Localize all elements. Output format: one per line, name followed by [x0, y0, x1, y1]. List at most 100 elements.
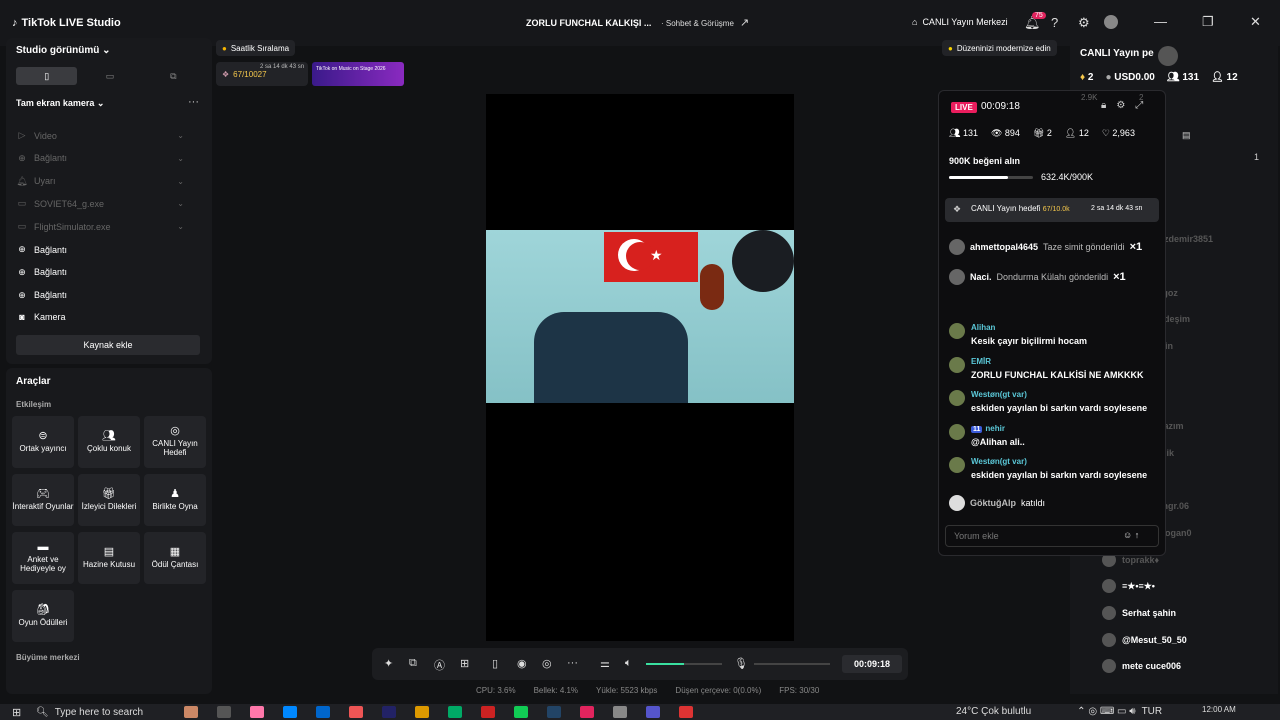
taskbar-app-icon[interactable] [250, 706, 264, 718]
taskbar-app-icon[interactable] [184, 706, 198, 718]
tool-item[interactable]: ▦ Ödül Çantası [144, 532, 206, 584]
settings-sliders-icon[interactable]: ⚌ [600, 657, 610, 670]
turkish-flag: ★ [604, 232, 698, 282]
tool-label: Çoklu konuk [86, 443, 132, 453]
source-item[interactable]: ⊕ Bağlantı [16, 267, 184, 278]
mic-slider[interactable] [754, 663, 830, 665]
magic-icon[interactable]: ✦ [384, 657, 393, 670]
tool-item[interactable]: ▤ Hazine Kutusu [78, 532, 140, 584]
taskbar-app-icon[interactable] [613, 706, 627, 718]
screen-icon[interactable]: ⧉ [409, 657, 417, 670]
speaker-icon[interactable]: 🔈︎ [625, 657, 632, 670]
more-icon[interactable]: ··· [567, 657, 578, 669]
modernize-chip[interactable]: ● Düzeninizi modernize edin [942, 40, 1057, 56]
taskbar-app-icon[interactable] [217, 706, 231, 718]
mic-icon[interactable]: 🎙︎ [734, 657, 748, 670]
tool-item[interactable]: ◎ CANLI Yayın Hedefi [144, 416, 206, 468]
gift-text: Dondurma Külahı gönderildi [996, 272, 1109, 282]
hourly-ranking-chip[interactable]: ● Saatlik Sıralama [216, 40, 296, 56]
record-icon[interactable]: ◉ [517, 657, 527, 670]
landscape-option[interactable]: ▭ [79, 67, 140, 85]
add-source-button[interactable]: Kaynak ekle [16, 335, 200, 355]
tool-item[interactable]: 🎁︎ İzleyici Dilekleri [78, 474, 140, 526]
phone-icon[interactable]: ▯ [492, 657, 498, 670]
minimize-icon[interactable]: — [1154, 14, 1167, 29]
dual-option[interactable]: ⧉ [143, 67, 204, 85]
live-goal-card[interactable]: ❖ CANLI Yayın hedefi 67/10.0k 2 sa 14 dk… [945, 198, 1159, 222]
source-label: Kamera [34, 312, 66, 323]
windows-start-icon[interactable]: ⊞ [12, 706, 21, 719]
avatar[interactable] [1104, 15, 1118, 29]
source-label: Video [34, 130, 57, 141]
add-media-icon[interactable]: ⊞ [460, 657, 469, 670]
taskbar-app-icon[interactable] [514, 706, 528, 718]
comment-item: Westøn(gt var) eskiden yayılan bi sarkın … [949, 390, 1147, 413]
weather-label[interactable]: 24°C Çok bulutlu [956, 706, 1031, 717]
live-time: 00:09:18 [981, 101, 1020, 112]
chair [534, 312, 688, 403]
source-item[interactable]: 🔔︎ Uyarı ⌄ [16, 176, 184, 187]
camera-icon: ◙ [19, 312, 25, 323]
stream-category[interactable]: · Sohbet & Görüşme [661, 19, 734, 28]
tool-item[interactable]: 🎒︎ Oyun Ödülleri [12, 590, 74, 642]
taskbar-search[interactable]: 🔍︎ Type here to search [36, 704, 176, 720]
portrait-option[interactable]: ▯ [16, 67, 78, 85]
tool-item[interactable]: ▬ Anket ve Hediyeyle oy [12, 532, 74, 584]
tool-item[interactable]: ⊜ Ortak yayıncı [12, 416, 74, 468]
close-icon[interactable]: ✕ [1250, 14, 1261, 30]
gear-icon[interactable]: ⚙ [1078, 15, 1090, 31]
taskbar-app-icon[interactable] [646, 706, 660, 718]
clock[interactable]: 12:00 AM [1202, 705, 1236, 714]
source-item[interactable]: ◙ Kamera [16, 312, 184, 322]
tool-item[interactable]: ♟ Birlikte Oyna [144, 474, 206, 526]
live-center-button[interactable]: ⌂ CANLI Yayın Merkezi [912, 17, 1008, 27]
diamond-count: ♦ 2 [1080, 72, 1093, 83]
expand-icon[interactable]: ⤢ [1135, 100, 1143, 111]
tool-item[interactable]: 🎮︎ İnteraktif Oyunlar [12, 474, 74, 526]
viewer-item[interactable]: @Mesut_50_50 [1102, 632, 1187, 647]
avatar[interactable] [1158, 46, 1178, 66]
progress-chip[interactable]: ❖ 67/10027 2 sa 14 dk 43 sn [216, 62, 308, 86]
viewer-list-icon[interactable]: ▤ [1182, 130, 1191, 141]
language-label[interactable]: TUR [1142, 706, 1163, 717]
flag-star: ★ [650, 247, 663, 263]
source-item[interactable]: ⊕ Bağlantı [16, 290, 184, 301]
ai-icon[interactable]: Ⓐ [434, 657, 445, 673]
taskbar-app-icon[interactable] [448, 706, 462, 718]
gift-icon: ❖ [222, 69, 230, 79]
taskbar-app-icon[interactable] [679, 706, 693, 718]
event-banner[interactable]: TikTok on Music on Stage 2026 [312, 62, 404, 86]
taskbar-app-icon[interactable] [382, 706, 396, 718]
viewer-item[interactable]: Serhat şahin [1102, 605, 1176, 620]
lock-icon[interactable]: 🔒︎ [1101, 100, 1106, 111]
viewer-item[interactable]: mete cuce006 [1102, 659, 1181, 674]
source-item[interactable]: ▭ SOVIET64_g.exe ⌄ [16, 198, 184, 209]
tiktok-logo-icon: ♪ [12, 17, 18, 29]
stream-title[interactable]: ZORLU FUNCHAL KALKIŞI ... [526, 18, 651, 28]
gear-icon[interactable]: ⚙ [1116, 100, 1125, 111]
camera-switch-icon[interactable]: ◎ [542, 657, 552, 670]
volume-slider[interactable] [646, 663, 722, 665]
source-item[interactable]: ⊕ Bağlantı [16, 244, 184, 255]
taskbar-app-icon[interactable] [415, 706, 429, 718]
send-icon[interactable]: ☺ ↑ [1123, 530, 1139, 540]
taskbar-app-icon[interactable] [316, 706, 330, 718]
taskbar-app-icon[interactable] [547, 706, 561, 718]
source-item[interactable]: ▭ FlightSimulator.exe ⌄ [16, 221, 184, 232]
taskbar-app-icon[interactable] [481, 706, 495, 718]
taskbar-app-icon[interactable] [283, 706, 297, 718]
tool-icon: 👥︎ [102, 429, 116, 442]
studio-view-dropdown[interactable]: Studio görünümü ⌄ [16, 45, 111, 56]
viewer-item[interactable]: ≡★•≡★• [1102, 579, 1155, 594]
tool-item[interactable]: 👥︎ Çoklu konuk [78, 416, 140, 468]
source-item[interactable]: ⊕ Bağlantı ⌄ [16, 153, 184, 164]
maximize-icon[interactable]: ❐ [1202, 14, 1214, 30]
tray-icons[interactable]: ⌃ ◎ ⌨ ▭ 🔊︎ [1077, 706, 1135, 717]
scene-dropdown[interactable]: Tam ekran kamera ⌄ [16, 98, 104, 109]
more-icon[interactable]: ··· [188, 96, 199, 108]
taskbar-app-icon[interactable] [349, 706, 363, 718]
source-item[interactable]: ▷ Video ⌄ [16, 130, 184, 141]
taskbar-app-icon[interactable] [580, 706, 594, 718]
help-icon[interactable]: ? [1051, 15, 1058, 30]
share-icon[interactable]: ↗ [740, 16, 749, 29]
